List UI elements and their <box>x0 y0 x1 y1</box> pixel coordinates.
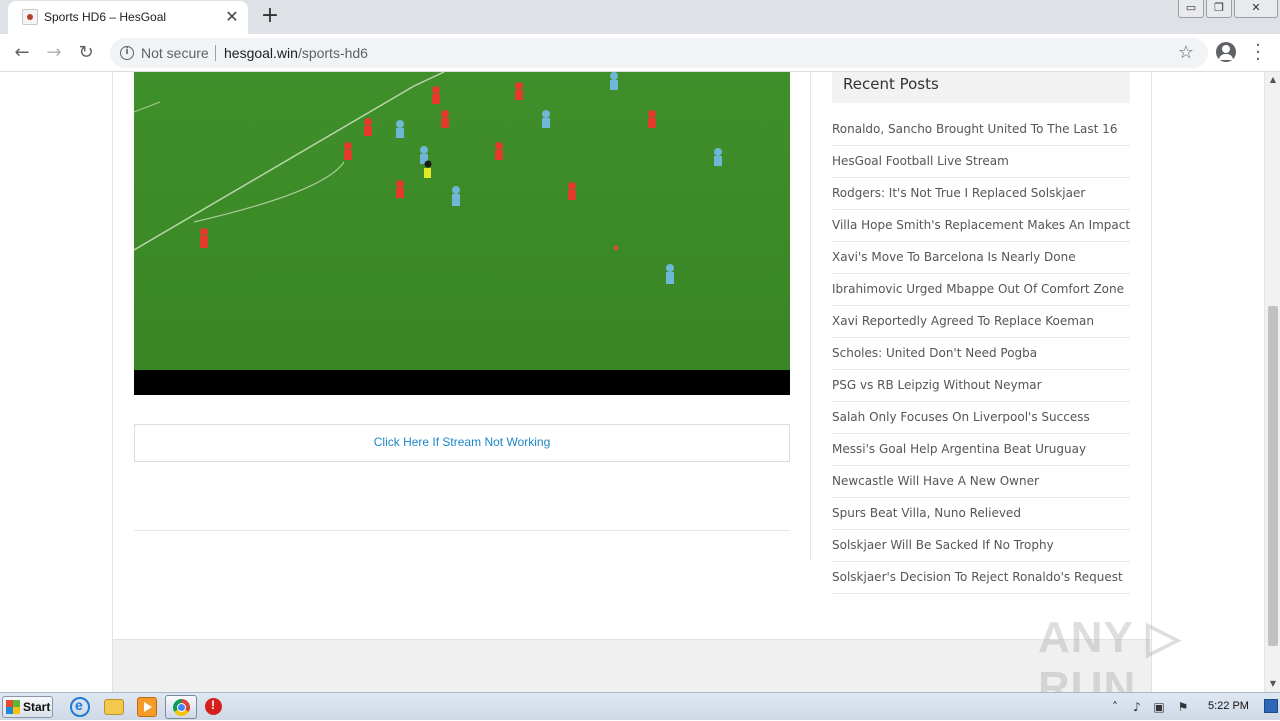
start-button[interactable]: Start <box>2 696 53 718</box>
stream-help-box: Click Here If Stream Not Working <box>134 424 790 462</box>
away-players <box>396 72 722 284</box>
forward-arrow-icon[interactable]: → <box>42 41 66 65</box>
site-favicon-icon <box>22 9 38 25</box>
recent-post-link[interactable]: Ronaldo, Sancho Brought United To The La… <box>832 114 1130 146</box>
back-arrow-icon[interactable]: ← <box>10 41 34 65</box>
page-viewport: Click Here If Stream Not Working Recent … <box>0 72 1264 692</box>
recent-post-link[interactable]: Messi's Goal Help Argentina Beat Uruguay <box>832 434 1130 466</box>
anyrun-watermark: ANY ▷ RUN <box>1038 613 1182 692</box>
show-desktop-icon[interactable] <box>1264 699 1278 713</box>
new-tab-button[interactable]: + <box>258 4 282 28</box>
sidebar-divider <box>810 72 811 560</box>
recent-post-link[interactable]: PSG vs RB Leipzig Without Neymar <box>832 370 1130 402</box>
reload-icon[interactable]: ↻ <box>74 41 98 65</box>
url-text[interactable]: hesgoal.win/sports-hd6 <box>224 45 368 61</box>
account-icon[interactable] <box>1216 42 1236 62</box>
address-separator <box>215 45 216 61</box>
touch-line-end <box>413 72 445 87</box>
recent-post-link[interactable]: Solskjaer's Decision To Reject Ronaldo's… <box>832 562 1130 594</box>
video-frame[interactable] <box>134 72 790 370</box>
windows-logo-icon <box>6 700 20 714</box>
bookmark-star-icon[interactable]: ☆ <box>1178 42 1194 63</box>
chrome-taskbar-button[interactable] <box>165 695 197 719</box>
recent-post-link[interactable]: Salah Only Focuses On Liverpool's Succes… <box>832 402 1130 434</box>
media-player-icon[interactable] <box>137 697 157 717</box>
scroll-thumb[interactable] <box>1268 306 1278 646</box>
tab-close-icon[interactable]: ✕ <box>222 7 242 27</box>
start-label: Start <box>23 700 51 714</box>
security-label[interactable]: Not secure <box>141 45 209 61</box>
content-divider <box>134 530 790 531</box>
stop-warning-icon[interactable] <box>205 698 222 715</box>
recent-posts-header: Recent Posts <box>832 72 1130 103</box>
url-host: hesgoal.win <box>224 45 298 61</box>
referee <box>424 160 432 178</box>
touch-line <box>134 85 415 251</box>
recent-posts-list: Ronaldo, Sancho Brought United To The La… <box>832 114 1130 594</box>
internet-explorer-icon[interactable] <box>70 697 90 717</box>
tray-expand-icon[interactable]: ˄ <box>1108 700 1122 714</box>
recent-post-link[interactable]: HesGoal Football Live Stream <box>832 146 1130 178</box>
browser-tab[interactable]: Sports HD6 – HesGoal ✕ <box>8 1 248 34</box>
recent-post-link[interactable]: Scholes: United Don't Need Pogba <box>832 338 1130 370</box>
recent-post-link[interactable]: Solskjaer Will Be Sacked If No Trophy <box>832 530 1130 562</box>
recent-post-link[interactable]: Spurs Beat Villa, Nuno Relieved <box>832 498 1130 530</box>
chrome-icon <box>173 699 190 716</box>
volume-icon[interactable]: ♪ <box>1130 700 1144 714</box>
page-footer <box>112 640 1152 692</box>
video-player[interactable] <box>134 72 790 395</box>
scroll-up-arrow-icon[interactable]: ▲ <box>1265 72 1280 88</box>
recent-post-link[interactable]: Xavi's Move To Barcelona Is Nearly Done <box>832 242 1130 274</box>
recent-posts-title: Recent Posts <box>843 75 939 93</box>
info-icon[interactable]: i <box>120 46 134 60</box>
windows-taskbar: Start ˄ ♪ ▣ ⚑ 5:22 PM <box>0 692 1280 720</box>
file-explorer-icon[interactable] <box>104 699 124 715</box>
recent-post-link[interactable]: Ibrahimovic Urged Mbappe Out Of Comfort … <box>832 274 1130 306</box>
window-controls: ▭ ❐ ✕ <box>1176 0 1280 20</box>
browser-tab-strip: Sports HD6 – HesGoal ✕ + ▭ ❐ ✕ <box>0 0 1280 34</box>
restore-button[interactable]: ❐ <box>1206 0 1232 18</box>
recent-post-link[interactable]: Xavi Reportedly Agreed To Replace Koeman <box>832 306 1130 338</box>
recent-post-link[interactable]: Villa Hope Smith's Replacement Makes An … <box>832 210 1130 242</box>
pitch-mark <box>134 101 161 113</box>
page-scrollbar[interactable]: ▲ ▼ <box>1264 72 1280 692</box>
recent-post-link[interactable]: Newcastle Will Have A New Owner <box>832 466 1130 498</box>
network-icon[interactable]: ▣ <box>1152 700 1166 714</box>
ball <box>613 245 619 251</box>
minimize-button[interactable]: ▭ <box>1178 0 1204 18</box>
address-bar[interactable]: i Not secure hesgoal.win/sports-hd6 ☆ <box>110 38 1208 68</box>
taskbar-clock[interactable]: 5:22 PM <box>1208 700 1249 712</box>
recent-post-link[interactable]: Rodgers: It's Not True I Replaced Solskj… <box>832 178 1130 210</box>
system-tray: ˄ ♪ ▣ ⚑ 5:22 PM <box>1104 693 1280 721</box>
football-match-scene <box>134 72 722 284</box>
scroll-down-arrow-icon[interactable]: ▼ <box>1265 676 1280 692</box>
kebab-menu-icon[interactable]: · · · <box>1252 37 1264 69</box>
url-path: /sports-hd6 <box>297 45 368 61</box>
browser-toolbar: ← → ↻ i Not secure hesgoal.win/sports-hd… <box>0 34 1280 72</box>
action-center-flag-icon[interactable]: ⚑ <box>1176 700 1190 714</box>
tab-title: Sports HD6 – HesGoal <box>44 10 167 24</box>
close-window-button[interactable]: ✕ <box>1234 0 1278 18</box>
stream-not-working-link[interactable]: Click Here If Stream Not Working <box>374 435 551 449</box>
